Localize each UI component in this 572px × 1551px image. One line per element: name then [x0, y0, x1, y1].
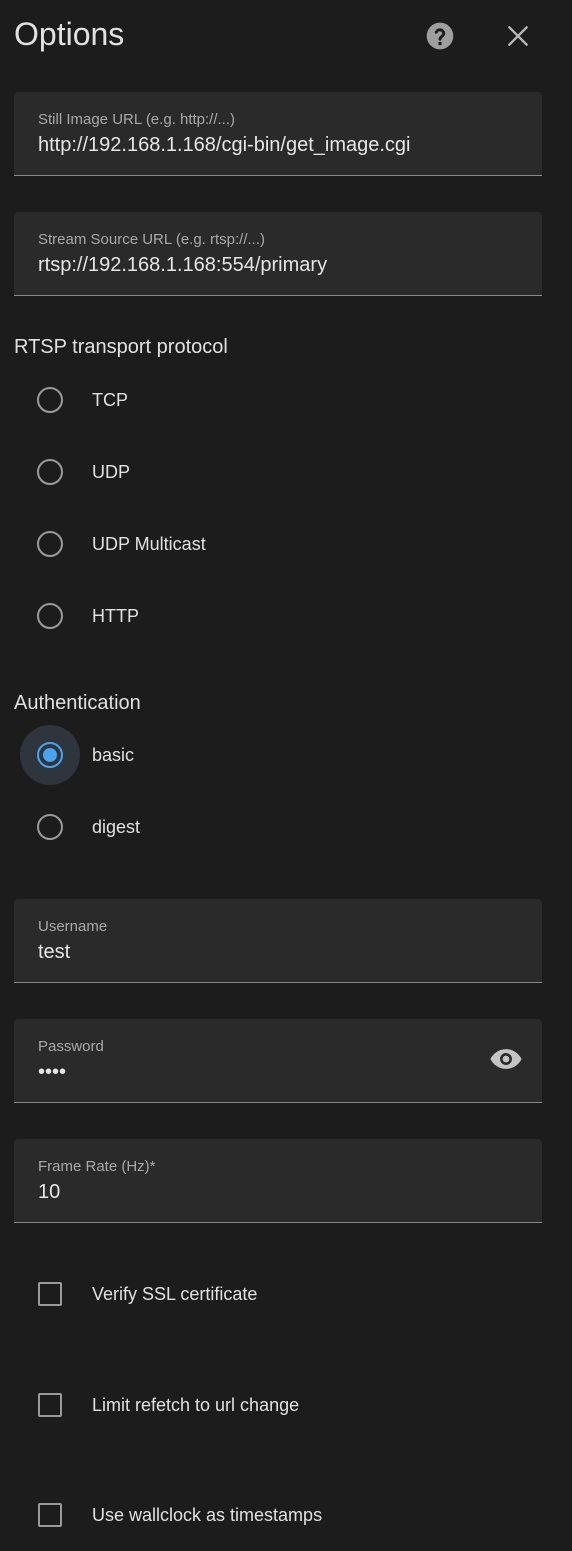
radio-button[interactable]: [20, 725, 80, 785]
username-label: Username: [38, 918, 108, 935]
frame-rate-field[interactable]: Frame Rate (Hz)* 10: [14, 1139, 542, 1223]
password-input[interactable]: ••••: [38, 1061, 66, 1084]
checkbox-box: [38, 1393, 62, 1417]
limit-refetch-checkbox-row[interactable]: Limit refetch to url change: [20, 1375, 520, 1435]
use-wallclock-checkbox-row[interactable]: Use wallclock as timestamps: [20, 1485, 520, 1545]
username-field[interactable]: Username test: [14, 899, 542, 983]
still-image-url-label: Still Image URL (e.g. http://...): [38, 111, 236, 128]
radio-label: UDP Multicast: [92, 533, 206, 554]
radio-label: UDP: [92, 461, 131, 482]
frame-rate-label: Frame Rate (Hz)*: [38, 1158, 156, 1175]
radio-label: HTTP: [92, 605, 139, 626]
stream-source-url-field[interactable]: Stream Source URL (e.g. rtsp://...) rtsp…: [14, 212, 542, 296]
radio-circle: [37, 387, 63, 413]
eye-icon: [489, 1042, 523, 1081]
checkbox-label: Verify SSL certificate: [92, 1283, 258, 1304]
radio-button[interactable]: [20, 797, 80, 857]
radio-button[interactable]: [20, 514, 80, 574]
checkbox-box: [38, 1282, 62, 1306]
radio-circle: [37, 603, 63, 629]
checkbox-label: Use wallclock as timestamps: [92, 1504, 323, 1525]
radio-circle: [37, 459, 63, 485]
radio-basic[interactable]: basic: [20, 725, 420, 785]
help-circle-icon: [424, 20, 456, 57]
password-label: Password: [38, 1038, 104, 1055]
checkbox[interactable]: [20, 1264, 80, 1324]
radio-button[interactable]: [20, 370, 80, 430]
radio-udp-multicast[interactable]: UDP Multicast: [20, 514, 420, 574]
radio-digest[interactable]: digest: [20, 797, 420, 857]
close-button[interactable]: [502, 22, 534, 54]
still-image-url-field[interactable]: Still Image URL (e.g. http://...) http:/…: [14, 92, 542, 176]
checkbox[interactable]: [20, 1485, 80, 1545]
still-image-url-input[interactable]: http://192.168.1.168/cgi-bin/get_image.c…: [38, 134, 410, 157]
radio-label: basic: [92, 744, 135, 765]
checkbox-label: Limit refetch to url change: [92, 1394, 300, 1415]
radio-label: TCP: [92, 389, 128, 410]
radio-circle: [37, 531, 63, 557]
help-button[interactable]: [424, 22, 456, 54]
radio-http[interactable]: HTTP: [20, 586, 420, 646]
close-icon: [505, 23, 531, 54]
radio-circle: [37, 814, 63, 840]
checkbox[interactable]: [20, 1375, 80, 1435]
dialog-title: Options: [14, 16, 125, 52]
stream-source-url-input[interactable]: rtsp://192.168.1.168:554/primary: [38, 254, 327, 277]
authentication-heading: Authentication: [14, 692, 141, 714]
radio-circle-checked: [37, 742, 63, 768]
checkbox-box: [38, 1503, 62, 1527]
radio-udp[interactable]: UDP: [20, 442, 420, 502]
frame-rate-input[interactable]: 10: [38, 1181, 60, 1204]
radio-dot: [43, 748, 57, 762]
username-input[interactable]: test: [38, 941, 70, 964]
radio-tcp[interactable]: TCP: [20, 370, 420, 430]
radio-button[interactable]: [20, 586, 80, 646]
password-field[interactable]: Password ••••: [14, 1019, 542, 1103]
radio-label: digest: [92, 816, 141, 837]
verify-ssl-checkbox-row[interactable]: Verify SSL certificate: [20, 1264, 520, 1324]
rtsp-transport-heading: RTSP transport protocol: [14, 336, 228, 358]
radio-button[interactable]: [20, 442, 80, 502]
stream-source-url-label: Stream Source URL (e.g. rtsp://...): [38, 231, 266, 248]
toggle-password-visibility-button[interactable]: [488, 1043, 524, 1079]
